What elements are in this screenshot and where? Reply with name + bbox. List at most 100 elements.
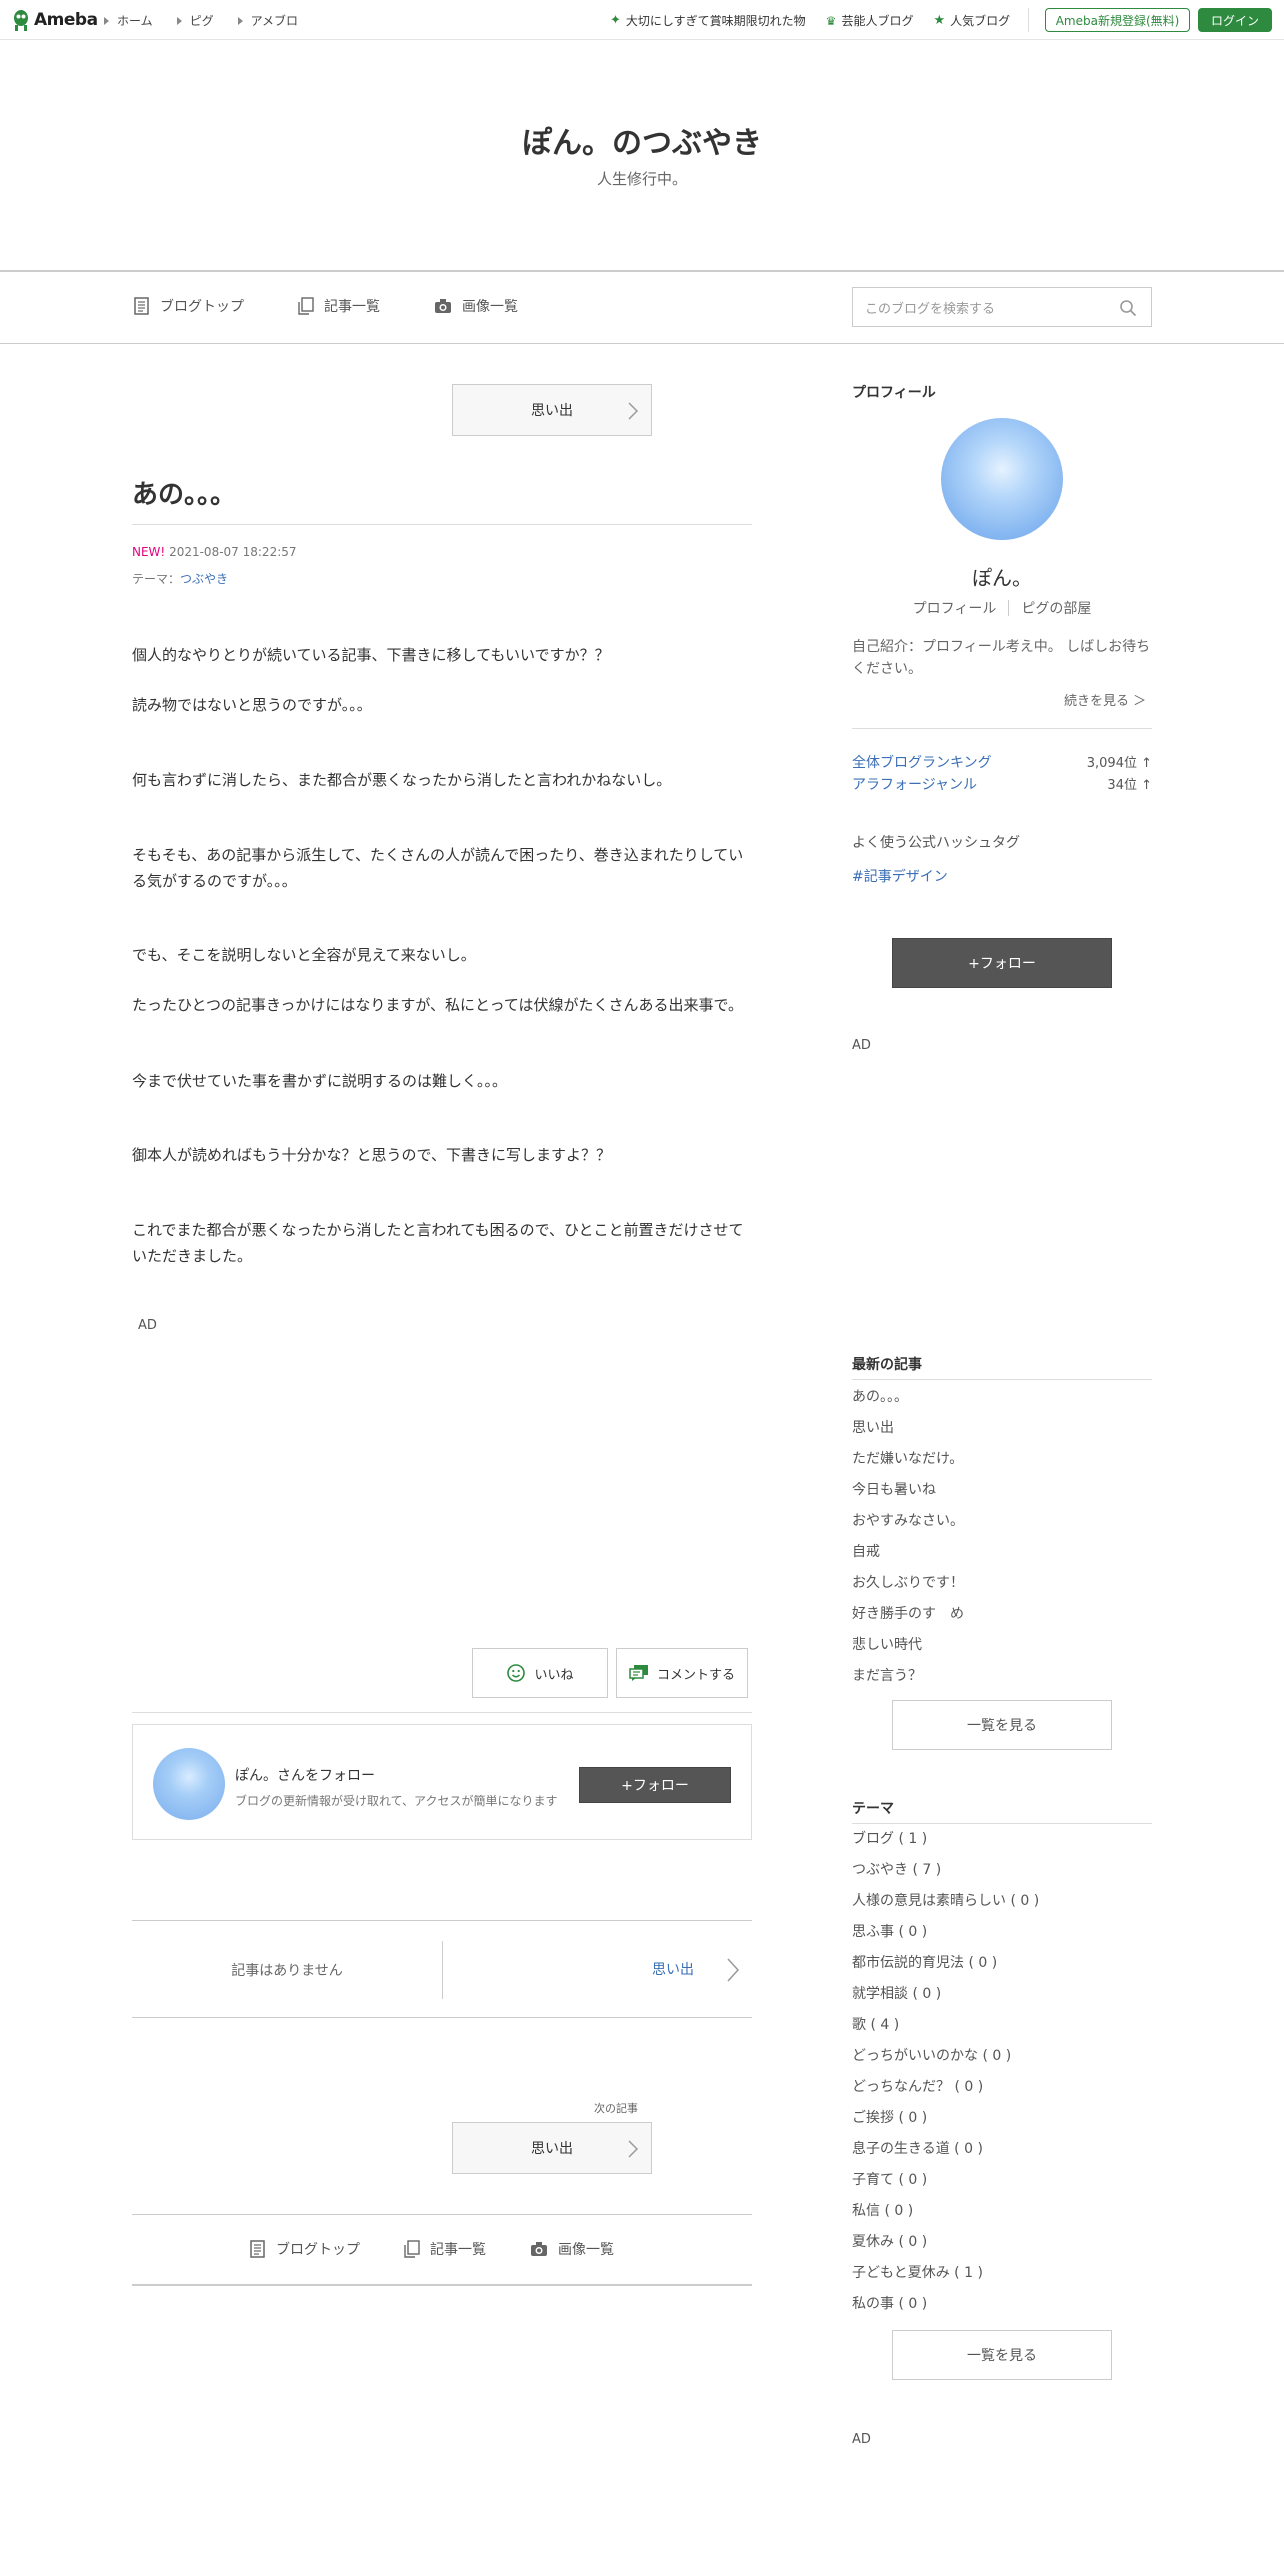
- sidebar-follow-button[interactable]: +フォロー: [892, 938, 1112, 988]
- article-paragraph: そもそも、あの記事から派生して、たくさんの人が読んで困ったり、巻き込まれたりして…: [132, 846, 744, 890]
- article-title[interactable]: あの。。。: [132, 474, 236, 511]
- article-paragraph: これでまた都合が悪くなったから消したと言われても困るので、ひとこと前置きだけさせ…: [132, 1221, 744, 1265]
- top-nav: ホーム ピグ アメブロ: [104, 12, 298, 29]
- follow-button[interactable]: +フォロー: [579, 1767, 731, 1803]
- list-item[interactable]: 悲しい時代: [852, 1630, 1152, 1661]
- list-item[interactable]: どっちなんだ？ ( 0 ): [852, 2072, 1152, 2103]
- theme-button[interactable]: 思い出: [452, 384, 652, 436]
- list-item[interactable]: ブログ ( 1 ): [852, 1824, 1152, 1855]
- ranking-value: 34位 ↑: [1107, 778, 1152, 793]
- top-link-celebrity[interactable]: ♛ 芸能人ブログ: [826, 12, 914, 29]
- list-item[interactable]: 子どもと夏休み ( 1 ): [852, 2258, 1152, 2289]
- list-item[interactable]: 人様の意見は素晴らしい ( 0 ): [852, 1886, 1152, 1917]
- list-item[interactable]: 息子の生きる道 ( 0 ): [852, 2134, 1152, 2165]
- follow-box: ぽん。さんをフォロー ブログの更新情報が受け取れて、アクセスが簡単になります +…: [132, 1724, 752, 1840]
- list-item[interactable]: まだ言う？: [852, 1661, 1152, 1692]
- list-item[interactable]: ただ嫌いなだけ。: [852, 1444, 1152, 1475]
- ad-label: AD: [852, 1038, 871, 1053]
- nav-article-list[interactable]: 記事一覧: [298, 296, 380, 316]
- list-item[interactable]: どっちがいいのかな ( 0 ): [852, 2041, 1152, 2072]
- list-item[interactable]: 好き勝手のす め: [852, 1599, 1152, 1630]
- top-bar: Ameba ホーム ピグ アメブロ ✦ 大切にしすぎて賞味期限切れた物 ♛ 芸能人ブ…: [0, 0, 1284, 40]
- chevron-right-icon[interactable]: [726, 1957, 740, 1983]
- list-item[interactable]: 就学相談 ( 0 ): [852, 1979, 1152, 2010]
- top-link-trend[interactable]: ✦ 大切にしすぎて賞味期限切れた物: [610, 12, 806, 29]
- list-item[interactable]: 私の事 ( 0 ): [852, 2289, 1152, 2320]
- blog-title[interactable]: ぽん。のつぶやき: [0, 118, 1284, 162]
- next-article-button[interactable]: 思い出: [452, 2122, 652, 2174]
- list-item[interactable]: お久しぶりです！: [852, 1568, 1152, 1599]
- read-more-link[interactable]: 続きを見る ＞: [1064, 690, 1146, 709]
- avatar[interactable]: [941, 418, 1063, 540]
- list-item[interactable]: 都市伝説的育児法 ( 0 ): [852, 1948, 1152, 1979]
- list-item[interactable]: ご挨拶 ( 0 ): [852, 2103, 1152, 2134]
- hashtag-link[interactable]: #記事デザイン: [852, 866, 948, 886]
- profile-links: プロフィール ピグの部屋: [852, 598, 1152, 618]
- list-item[interactable]: 夏休み ( 0 ): [852, 2227, 1152, 2258]
- list-item[interactable]: 私信 ( 0 ): [852, 2196, 1152, 2227]
- latest-more-button[interactable]: 一覧を見る: [892, 1700, 1112, 1750]
- ameba-logo-icon: [14, 10, 28, 31]
- list-item[interactable]: あの。。。: [852, 1382, 1152, 1413]
- ranking-value: 3,094位 ↑: [1086, 756, 1152, 771]
- like-button[interactable]: いいね: [472, 1648, 608, 1698]
- list-item[interactable]: 今日も暑いね: [852, 1475, 1152, 1506]
- register-button[interactable]: Ameba新規登録(無料): [1045, 8, 1190, 32]
- top-links: ✦ 大切にしすぎて賞味期限切れた物 ♛ 芸能人ブログ ★ 人気ブログ: [610, 12, 1010, 29]
- blog-subtitle: 人生修行中。: [596, 170, 687, 188]
- article-datetime: 2021-08-07 18:22:57: [169, 545, 297, 559]
- bottom-nav-article-list[interactable]: 記事一覧: [404, 2239, 486, 2259]
- ranking-overall[interactable]: 全体ブログランキング 3,094位 ↑: [852, 752, 1152, 772]
- article-paragraph: 読み物ではないと思うのですが。。。: [132, 696, 372, 714]
- top-link-popular[interactable]: ★ 人気ブログ: [933, 12, 1010, 29]
- top-divider: [1028, 8, 1029, 32]
- ameba-logo[interactable]: Ameba: [12, 8, 98, 32]
- hashtag-heading: よく使う公式ハッシュタグ: [852, 835, 1020, 851]
- article-paragraph: 御本人が読めればもう十分かな？と思うので、下書きに写しますよ？？: [132, 1146, 611, 1164]
- pager-next-link[interactable]: 思い出: [652, 1959, 694, 1979]
- theme-link[interactable]: つぶやき: [180, 572, 228, 586]
- list-item[interactable]: 自戒: [852, 1537, 1152, 1568]
- list-item[interactable]: 歌 ( 4 ): [852, 2010, 1152, 2041]
- list-item[interactable]: 思ふ事 ( 0 ): [852, 1917, 1152, 1948]
- link-separator: [1008, 600, 1010, 616]
- top-nav-home[interactable]: ホーム: [104, 12, 153, 29]
- blog-search-input[interactable]: このブログを検索する: [852, 287, 1152, 327]
- article-theme: テーマ：つぶやき: [132, 570, 228, 587]
- top-link-label: 芸能人ブログ: [841, 14, 914, 28]
- bottom-nav-blog-top[interactable]: ブログトップ: [250, 2239, 360, 2259]
- list-item[interactable]: つぶやき ( 7 ): [852, 1855, 1152, 1886]
- list-item[interactable]: 思い出: [852, 1413, 1152, 1444]
- star-icon: ★: [933, 13, 946, 28]
- pig-room-link[interactable]: ピグの部屋: [1021, 598, 1091, 618]
- like-label: いいね: [534, 1667, 574, 1683]
- top-nav-pig[interactable]: ピグ: [176, 12, 214, 29]
- theme-list: ブログ ( 1 ) つぶやき ( 7 ) 人様の意見は素晴らしい ( 0 ) 思…: [852, 1824, 1152, 2320]
- pager-divider: [442, 1941, 443, 1999]
- list-item[interactable]: 子育て ( 0 ): [852, 2165, 1152, 2196]
- avatar[interactable]: [153, 1748, 225, 1820]
- search-placeholder: このブログを検索する: [865, 301, 996, 317]
- nav-blog-top[interactable]: ブログトップ: [134, 296, 244, 316]
- top-link-label: 大切にしすぎて賞味期限切れた物: [625, 14, 806, 28]
- profile-link[interactable]: プロフィール: [913, 598, 997, 618]
- nav-image-list[interactable]: 画像一覧: [434, 296, 518, 316]
- follow-name: ぽん。さんをフォロー: [235, 1768, 375, 1784]
- top-link-label: 人気ブログ: [950, 14, 1011, 28]
- profile-heading: プロフィール: [852, 385, 936, 401]
- theme-heading: テーマ: [852, 1801, 894, 1817]
- bottom-nav-image-list[interactable]: 画像一覧: [530, 2239, 614, 2259]
- smile-icon: [507, 1664, 526, 1682]
- profile-name[interactable]: ぽん。: [852, 562, 1152, 591]
- comment-button[interactable]: コメントする: [616, 1648, 748, 1698]
- themes-more-button[interactable]: 一覧を見る: [892, 2330, 1112, 2380]
- star-icon: ✦: [610, 13, 621, 28]
- sidebar-divider: [852, 728, 1152, 729]
- copy-icon: [404, 2240, 420, 2258]
- comment-icon: [629, 1665, 648, 1681]
- top-nav-ameblo[interactable]: アメブロ: [237, 12, 298, 29]
- list-item[interactable]: おやすみなさい。: [852, 1506, 1152, 1537]
- search-icon[interactable]: [1119, 299, 1137, 317]
- ranking-genre[interactable]: アラフォージャンル 34位 ↑: [852, 774, 1152, 794]
- login-button[interactable]: ログイン: [1198, 8, 1272, 32]
